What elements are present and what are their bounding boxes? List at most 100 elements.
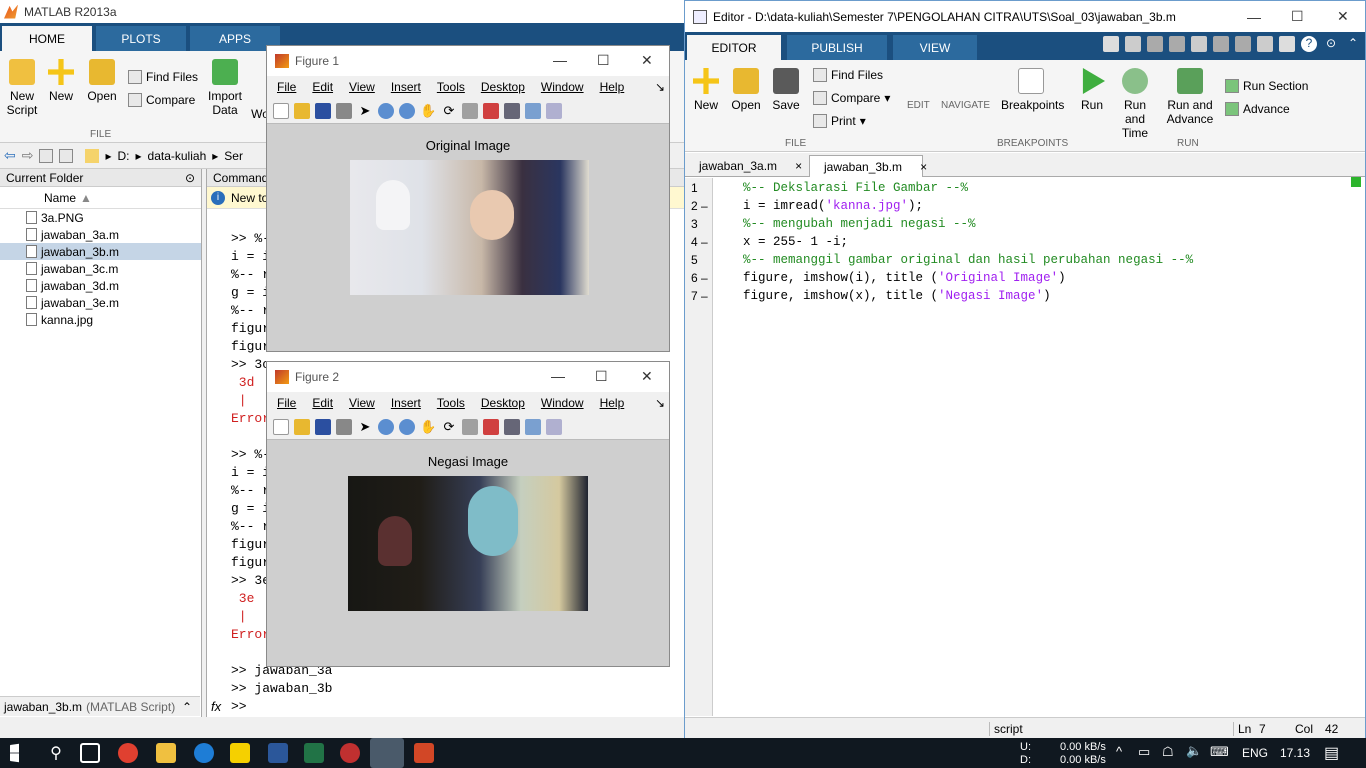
pan-hand-icon[interactable]: ✋ [420,419,436,435]
pointer-icon[interactable]: ➤ [357,419,373,435]
brush-icon[interactable] [483,418,499,435]
print-button[interactable]: Print ▾ [813,114,866,128]
zoom-out-icon[interactable] [399,418,415,435]
open-button[interactable]: Open [731,68,761,112]
compare-button[interactable]: Compare ▾ [813,91,890,105]
menu-item-tools[interactable]: Tools [437,80,465,94]
path-segment[interactable]: Ser [224,149,243,163]
close-icon[interactable]: ✕ [1337,8,1349,25]
breakpoint-marker[interactable]: – [701,289,708,303]
code-line[interactable]: figure, imshow(i), title ('Original Imag… [743,271,1066,285]
figure-1-window[interactable]: Figure 1 — ☐ ✕ File Edit View Insert Tools De… [266,45,670,352]
tab-editor[interactable]: EDITOR [687,35,781,60]
powerpoint-icon[interactable] [414,743,434,763]
panel-menu-icon[interactable]: ⊙ [185,171,195,185]
run-and-advance-button[interactable]: Run and Advance [1165,68,1215,126]
breakpoint-marker[interactable]: – [701,235,708,249]
menu-item-insert[interactable]: Insert [391,396,421,410]
network-icon[interactable]: ☖ [1162,744,1174,760]
tab-home[interactable]: HOME [2,26,92,51]
data-cursor-icon[interactable] [462,102,478,119]
breakpoint-marker[interactable]: – [701,199,708,213]
new-button[interactable]: New [691,68,721,112]
code-line[interactable]: %-- memanggil gambar original dan hasil … [743,253,1193,267]
open-file-icon[interactable] [294,102,310,119]
open-button[interactable]: Open [86,59,118,103]
menu-item-view[interactable]: View [349,80,375,94]
code-line[interactable]: %-- Dekslarasi File Gambar --% [743,181,968,195]
menu-item-window[interactable]: Window [541,80,584,94]
maximize-icon[interactable]: ☐ [595,368,608,385]
fx-icon[interactable]: fx [211,699,221,714]
new-figure-icon[interactable] [273,102,289,119]
matlab-taskbar-icon[interactable] [370,738,404,768]
code-line[interactable]: x = 255- 1 -i; [743,235,848,249]
notifications-icon[interactable]: ▤ [1324,743,1339,763]
rotate-icon[interactable]: ⟳ [441,419,457,435]
zoom-in-icon[interactable] [378,418,394,435]
code-line[interactable]: %-- mengubah menjadi negasi --% [743,217,976,231]
open-file-icon[interactable] [294,418,310,435]
new-button[interactable]: New [46,59,76,103]
breakpoints-button[interactable]: Breakpoints [1001,68,1064,112]
editor-window[interactable]: Editor - D:\data-kuliah\Semester 7\PENGO… [684,0,1366,738]
keyboard-icon[interactable]: ⌨ [1210,744,1229,760]
breakpoint-marker[interactable]: – [701,271,708,285]
file-tab-jawaban-3a[interactable]: jawaban_3a.m × [685,155,807,177]
dock-arrow-icon[interactable]: ↘ [655,80,665,94]
legend-icon[interactable] [546,418,562,435]
qa-undo-icon[interactable] [1213,36,1229,52]
menu-item-view[interactable]: View [349,396,375,410]
link-icon[interactable] [504,418,520,435]
figure-2-window[interactable]: Figure 2 — ☐ ✕ File Edit View Insert Tools De… [266,361,670,667]
close-tab-icon[interactable]: × [920,160,927,174]
sticky-notes-icon[interactable] [230,743,250,763]
find-files-button[interactable]: Find Files [128,70,198,84]
volume-icon[interactable]: 🔈 [1186,743,1202,759]
maximize-icon[interactable]: ☐ [597,52,610,69]
tab-plots[interactable]: PLOTS [96,26,186,51]
menu-item-window[interactable]: Window [541,396,584,410]
browse-folder-icon[interactable] [59,148,74,163]
file-item[interactable]: 3a.PNG [0,209,201,226]
up-folder-icon[interactable] [39,148,54,163]
chrome-icon[interactable] [118,743,138,763]
language-indicator[interactable]: ENG [1242,746,1268,760]
qa-switch-icon[interactable] [1257,36,1273,52]
app-icon[interactable] [340,743,360,763]
legend-icon[interactable] [546,102,562,119]
chevron-up-icon[interactable]: ⌃ [182,700,192,714]
code-line[interactable]: i = imread('kanna.jpg'); [743,199,923,213]
data-cursor-icon[interactable] [462,418,478,435]
save-icon[interactable] [315,102,331,119]
edge-icon[interactable] [194,743,214,763]
qa-copy-icon[interactable] [1169,36,1185,52]
file-item[interactable]: jawaban_3d.m [0,277,201,294]
close-tab-icon[interactable]: × [795,159,802,173]
print-icon[interactable] [336,102,352,119]
forward-arrow-icon[interactable]: ⇨ [22,147,34,164]
search-icon[interactable]: ⚲ [46,743,66,763]
run-and-time-button[interactable]: Run and Time [1113,68,1157,140]
path-segment[interactable]: data-kuliah [148,149,207,163]
expand-icon[interactable]: ⌃ [1345,36,1361,52]
qa-cut-icon[interactable] [1147,36,1163,52]
file-item[interactable]: jawaban_3a.m [0,226,201,243]
menu-item-file[interactable]: File [277,80,296,94]
menu-item-tools[interactable]: Tools [437,396,465,410]
menu-item-insert[interactable]: Insert [391,80,421,94]
dock-arrow-icon[interactable]: ↘ [655,396,665,410]
pan-hand-icon[interactable]: ✋ [420,103,436,119]
file-item[interactable]: jawaban_3c.m [0,260,201,277]
qa-layout-icon[interactable] [1103,36,1119,52]
help-icon[interactable]: ? [1301,36,1317,52]
file-item[interactable]: kanna.jpg [0,311,201,328]
new-figure-icon[interactable] [273,418,289,435]
menu-item-desktop[interactable]: Desktop [481,80,525,94]
name-column-header[interactable]: Name ▲ [0,187,201,209]
menu-item-edit[interactable]: Edit [312,80,333,94]
minimize-icon[interactable]: — [1247,9,1261,25]
compare-button[interactable]: Compare [128,93,195,107]
start-icon[interactable] [10,743,19,763]
qa-window-icon[interactable] [1279,36,1295,52]
